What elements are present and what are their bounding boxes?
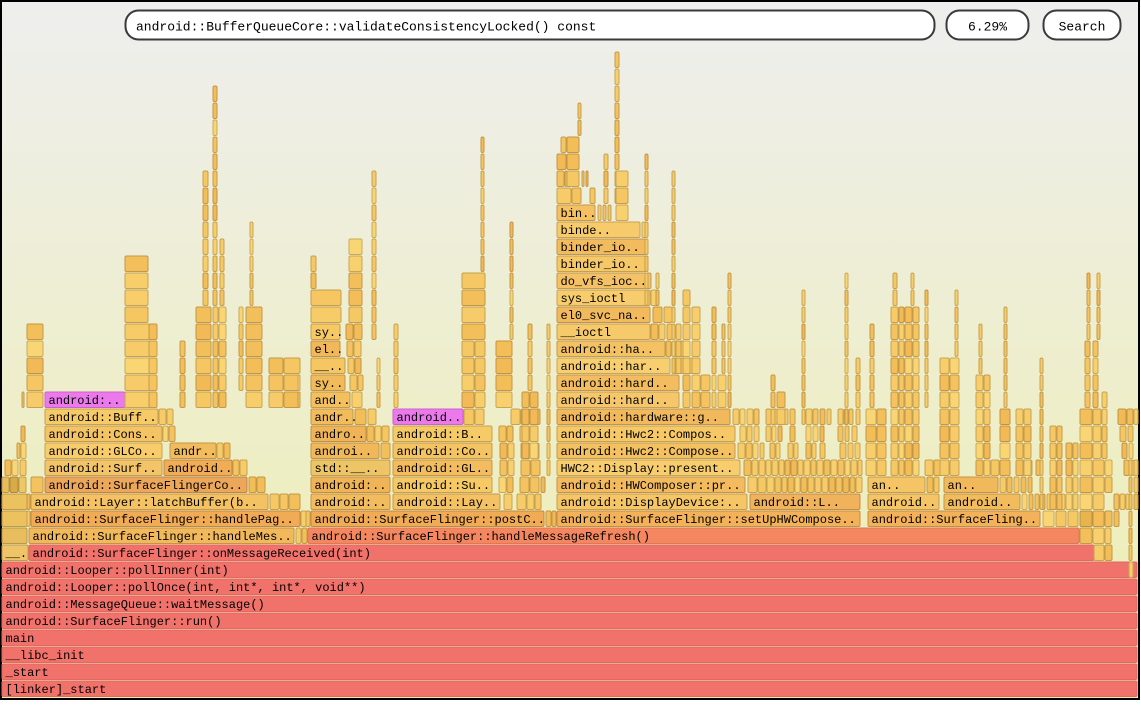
svg-text:do_vfs_ioc..: do_vfs_ioc..: [561, 275, 647, 289]
svg-text:binder_io..: binder_io..: [561, 241, 640, 255]
svg-text:android..: android..: [168, 462, 233, 476]
svg-text:android::B..: android::B..: [397, 428, 483, 442]
svg-text:sy..: sy..: [315, 326, 344, 340]
svg-text:android::SurfaceFlinger::setUp: android::SurfaceFlinger::setUpHWCompose.…: [561, 513, 856, 527]
svg-text:_start: _start: [5, 666, 49, 680]
svg-text:andr..: andr..: [174, 445, 217, 459]
svg-text:android..: android..: [872, 496, 937, 510]
svg-text:Search: Search: [1059, 20, 1106, 35]
svg-text:android::SurfaceFling..: android::SurfaceFling..: [872, 513, 1038, 527]
svg-text:android:..: android:..: [315, 479, 387, 493]
svg-text:android::BufferQueueCore::vali: android::BufferQueueCore::validateConsis…: [136, 20, 596, 35]
svg-text:el0_svc_na..: el0_svc_na..: [561, 309, 647, 323]
svg-text:android::Cons..: android::Cons..: [49, 428, 157, 442]
svg-text:android::MessageQueue::waitMes: android::MessageQueue::waitMessage(): [6, 598, 265, 612]
svg-text:__ioctl: __ioctl: [560, 326, 611, 340]
svg-text:__..: __..: [314, 360, 344, 374]
svg-text:android:..: android:..: [315, 496, 387, 510]
svg-text:android::SurfaceFlinger::run(): android::SurfaceFlinger::run(): [6, 615, 222, 629]
svg-text:__.: __.: [5, 547, 28, 561]
svg-text:android::L..: android::L..: [754, 496, 840, 510]
svg-text:android::GLCo..: android::GLCo..: [49, 445, 157, 459]
svg-text:android::SurfaceFlinger::postC: android::SurfaceFlinger::postC..: [315, 513, 545, 527]
svg-text:android::GL..: android::GL..: [397, 462, 491, 476]
svg-text:android::har..: android::har..: [561, 360, 662, 374]
svg-text:bin..: bin..: [561, 207, 597, 221]
svg-text:android::HWComposer::pr..: android::HWComposer::pr..: [561, 479, 741, 493]
svg-text:[linker]_start: [linker]_start: [6, 683, 107, 697]
svg-text:sys_ioctl: sys_ioctl: [561, 292, 626, 306]
svg-text:android..: android..: [397, 411, 462, 425]
svg-text:android::Co..: android::Co..: [397, 445, 491, 459]
svg-text:el..: el..: [315, 343, 344, 357]
svg-text:android::hard..: android::hard..: [561, 394, 669, 408]
svg-text:an..: an..: [872, 479, 901, 493]
svg-text:andro..: andro..: [315, 428, 365, 442]
svg-text:6.29%: 6.29%: [968, 20, 1007, 35]
svg-text:sy..: sy..: [315, 377, 344, 391]
svg-text:__libc_init: __libc_init: [5, 649, 85, 663]
svg-text:binde..: binde..: [561, 224, 611, 238]
svg-text:android::DisplayDevice:..: android::DisplayDevice:..: [561, 496, 741, 510]
svg-text:androi..: androi..: [315, 445, 373, 459]
svg-text:android::Looper::pollInner(int: android::Looper::pollInner(int): [6, 564, 229, 578]
svg-text:android..: android..: [948, 496, 1013, 510]
svg-text:android::ha..: android::ha..: [561, 343, 655, 357]
svg-text:android::Buff..: android::Buff..: [49, 411, 157, 425]
svg-text:android::Layer::latchBuffer(b.: android::Layer::latchBuffer(b..: [35, 496, 258, 510]
svg-text:android::SurfaceFlingerCo..: android::SurfaceFlingerCo..: [49, 479, 243, 493]
svg-text:android::Hwc2::Compose..: android::Hwc2::Compose..: [561, 445, 734, 459]
svg-text:android::SurfaceFlinger::onMes: android::SurfaceFlinger::onMessageReceiv…: [33, 547, 371, 561]
svg-text:android::SurfaceFlinger::handl: android::SurfaceFlinger::handleMes..: [33, 530, 292, 544]
svg-text:and..: and..: [315, 394, 351, 408]
svg-text:android::hard..: android::hard..: [561, 377, 669, 391]
svg-text:HWC2::Display::present..: HWC2::Display::present..: [561, 462, 734, 476]
svg-text:android::Lay..: android::Lay..: [397, 496, 498, 510]
svg-text:android::Hwc2::Compos..: android::Hwc2::Compos..: [561, 428, 727, 442]
svg-text:std::__..: std::__..: [315, 462, 380, 476]
svg-text:android::Su..: android::Su..: [397, 479, 491, 493]
svg-text:android::SurfaceFlinger::handl: android::SurfaceFlinger::handlePag..: [35, 513, 294, 527]
svg-text:main: main: [6, 632, 35, 646]
svg-text:android::Looper::pollOnce(int,: android::Looper::pollOnce(int, int*, int…: [6, 581, 366, 595]
svg-text:android::Surf..: android::Surf..: [49, 462, 157, 476]
svg-text:android:..: android:..: [49, 394, 121, 408]
svg-text:binder_io..: binder_io..: [561, 258, 640, 272]
svg-text:an..: an..: [948, 479, 977, 493]
svg-text:andr..: andr..: [315, 411, 358, 425]
svg-text:android::SurfaceFlinger::handl: android::SurfaceFlinger::handleMessageRe…: [312, 530, 650, 544]
svg-text:android::hardware::g..: android::hardware::g..: [561, 411, 719, 425]
